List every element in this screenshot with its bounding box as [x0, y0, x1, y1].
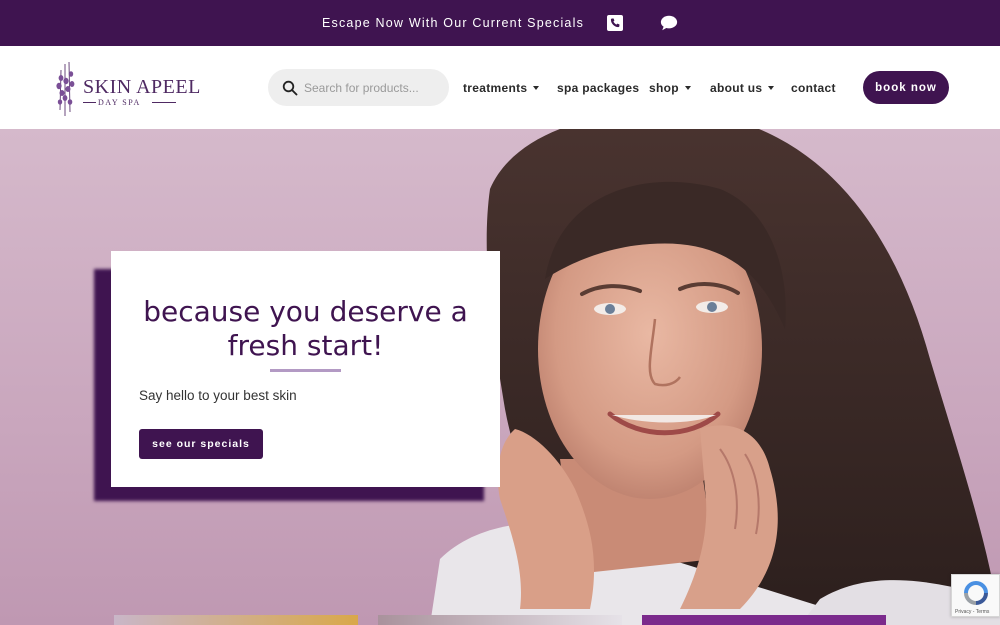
hero-section: because you deserve a fresh start! Say h… — [0, 129, 1000, 625]
headline-divider — [270, 369, 341, 372]
search-input[interactable] — [304, 80, 444, 95]
chevron-down-icon — [684, 86, 691, 90]
chevron-down-icon — [533, 86, 540, 90]
nav-item-label: treatments — [463, 81, 528, 95]
recaptcha-links[interactable]: Privacy - Terms — [955, 609, 989, 615]
phone-icon[interactable] — [606, 14, 624, 32]
chevron-down-icon — [768, 86, 775, 90]
nav-item-label: spa packages — [557, 81, 640, 95]
feature-tiles-strip — [0, 615, 1000, 625]
nav-item-spa-packages[interactable]: spa packages — [557, 81, 639, 95]
sms-icon[interactable] — [660, 14, 678, 32]
nav-item-about-us[interactable]: about us — [710, 81, 775, 95]
nav-item-shop[interactable]: shop — [649, 81, 691, 95]
hero-subtitle: Say hello to your best skin — [139, 388, 297, 403]
see-our-specials-button[interactable]: see our specials — [139, 429, 263, 459]
book-now-button[interactable]: book now — [863, 71, 949, 104]
feature-tile[interactable] — [114, 615, 358, 625]
hero-card: because you deserve a fresh start! Say h… — [111, 251, 500, 487]
search-icon[interactable] — [282, 80, 298, 96]
product-search[interactable] — [268, 69, 449, 106]
lavender-sprig-icon — [56, 61, 75, 116]
nav-item-label: about us — [710, 81, 763, 95]
hero-headline: because you deserve a fresh start! — [143, 295, 468, 362]
nav-item-label: shop — [649, 81, 679, 95]
promo-bar: Escape Now With Our Current Specials — [0, 0, 1000, 46]
site-header: SKIN APEEL DAY SPA treatments spa packag… — [0, 46, 1000, 129]
logo-brand-text: SKIN APEEL — [83, 76, 201, 98]
feature-tile[interactable] — [378, 615, 622, 625]
nav-item-contact[interactable]: contact — [791, 81, 836, 95]
skin-apeel-logo[interactable]: SKIN APEEL DAY SPA — [52, 60, 200, 116]
logo-sub-text: DAY SPA — [98, 98, 141, 107]
nav-item-treatments[interactable]: treatments — [463, 81, 540, 95]
promo-text[interactable]: Escape Now With Our Current Specials — [322, 16, 584, 30]
feature-tile[interactable] — [642, 615, 886, 625]
nav-item-label: contact — [791, 81, 836, 95]
recaptcha-icon — [964, 581, 988, 605]
logo-rule-right — [152, 102, 176, 103]
recaptcha-badge[interactable]: Privacy - Terms — [951, 574, 1000, 617]
logo-rule-left — [83, 102, 96, 103]
